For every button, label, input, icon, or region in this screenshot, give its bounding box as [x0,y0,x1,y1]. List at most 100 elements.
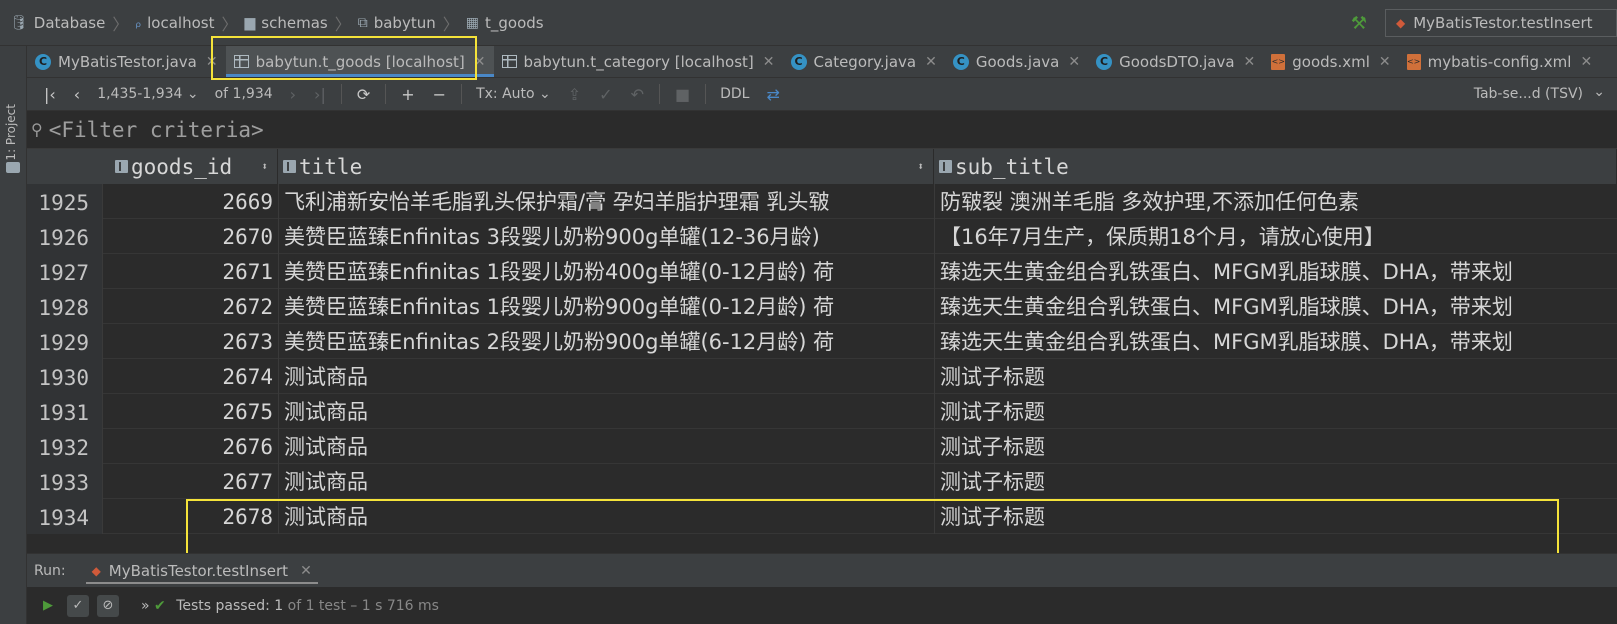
close-icon[interactable]: ✕ [1244,54,1256,70]
cell-title[interactable]: 美赞臣蓝臻Enfinitas 1段婴儿奶粉400g单罐(0-12月龄) 荷 [278,254,934,289]
close-icon[interactable]: ✕ [925,54,937,70]
cell-goods-id[interactable]: 2675 [102,394,278,429]
sort-icon[interactable]: ⬍ [917,160,924,173]
cell-sub-title[interactable]: 臻选天生黄金组合乳铁蛋白、MFGM乳脂球膜、DHA，带来划 [934,254,1617,289]
close-icon[interactable]: ✕ [1580,54,1592,70]
tab-babytun-t-goods[interactable]: babytun.t_goods [localhost] ✕ [225,46,494,77]
cell-goods-id[interactable]: 2672 [102,289,278,324]
rollback-icon[interactable]: ↶ [631,85,644,104]
filter-criteria-input[interactable]: <Filter criteria> [49,118,264,142]
cell-sub-title[interactable]: 测试子标题 [934,359,1617,394]
cell-title[interactable]: 测试商品 [278,464,934,499]
cell-title[interactable]: 美赞臣蓝臻Enfinitas 1段婴儿奶粉900g单罐(0-12月龄) 荷 [278,289,934,324]
close-icon[interactable]: ✕ [474,54,486,70]
close-icon[interactable]: ✕ [1068,54,1080,70]
cell-sub-title[interactable]: 测试子标题 [934,464,1617,499]
tab-babytun-t-category[interactable]: babytun.t_category [localhost] ✕ [494,46,783,77]
table-row[interactable]: 1926 2670 美赞臣蓝臻Enfinitas 3段婴儿奶粉900g单罐(12-3… [27,219,1617,254]
table-row[interactable]: 1930 2674 测试商品 测试子标题 [27,359,1617,394]
tab-goods-xml[interactable]: <> goods.xml ✕ [1263,46,1398,77]
table-row[interactable]: 1927 2671 美赞臣蓝臻Enfinitas 1段婴儿奶粉400g单罐(0-12… [27,254,1617,289]
tab-category-java[interactable]: C Category.java ✕ [783,46,945,77]
cell-sub-title[interactable]: 臻选天生黄金组合乳铁蛋白、MFGM乳脂球膜、DHA，带来划 [934,289,1617,324]
cell-sub-title[interactable]: 测试子标题 [934,429,1617,464]
tab-goods-java[interactable]: C Goods.java ✕ [945,46,1088,77]
cell-title[interactable]: 测试商品 [278,394,934,429]
delete-row-icon[interactable]: − [433,85,446,104]
close-icon[interactable]: ✕ [1379,54,1391,70]
column-header-sub-title[interactable]: sub_title [934,149,1617,184]
table-icon: ▦ [465,14,479,31]
close-icon[interactable]: ✕ [763,54,775,70]
cell-title[interactable]: 飞利浦新安怡羊毛脂乳头保护霜/膏 孕妇羊脂护理霜 乳头皲 [278,184,934,219]
tab-mybatistestor-java[interactable]: C MyBatisTestor.java ✕ [27,46,226,77]
cell-goods-id[interactable]: 2677 [102,464,278,499]
last-page-icon[interactable]: ›| [314,85,326,104]
row-number: 1930 [27,359,102,394]
stop-icon[interactable]: ■ [675,85,690,104]
refresh-icon[interactable]: ⟳ [357,85,370,104]
run-tab-mybatistestor-testinsert[interactable]: ◆ MyBatisTestor.testInsert ✕ [85,554,319,588]
previous-page-icon[interactable]: ‹ [74,85,80,104]
cell-title[interactable]: 测试商品 [278,359,934,394]
breadcrumb-item-schemas[interactable]: ▆ schemas [245,14,328,32]
table-icon [501,55,517,68]
table-row[interactable]: 1934 2678 测试商品 测试子标题 [27,499,1617,534]
cell-sub-title[interactable]: 测试子标题 [934,394,1617,429]
tab-goodsdto-java[interactable]: C GoodsDTO.java ✕ [1088,46,1263,77]
cell-goods-id[interactable]: 2669 [102,184,278,219]
cell-sub-title[interactable]: 防皲裂 澳洲羊毛脂 多效护理,不添加任何色素 [934,184,1617,219]
rerun-icon[interactable]: ▶ [37,595,59,617]
cell-goods-id[interactable]: 2670 [102,219,278,254]
show-ignored-icon[interactable]: ⊘ [97,594,119,617]
cell-title[interactable]: 美赞臣蓝臻Enfinitas 2段婴儿奶粉900g单罐(6-12月龄) 荷 [278,324,934,359]
cell-goods-id[interactable]: 2671 [102,254,278,289]
table-row[interactable]: 1932 2676 测试商品 测试子标题 [27,429,1617,464]
export-format-selector[interactable]: Tab-se...d (TSV) [1474,86,1583,102]
cell-sub-title[interactable]: 臻选天生黄金组合乳铁蛋白、MFGM乳脂球膜、DHA，带来划 [934,324,1617,359]
cell-title[interactable]: 测试商品 [278,499,934,534]
close-icon[interactable]: ✕ [300,563,312,579]
run-config-selector[interactable]: ◆ MyBatisTestor.testInsert [1385,9,1617,37]
table-row[interactable]: 1928 2672 美赞臣蓝臻Enfinitas 1段婴儿奶粉900g单罐(0-12… [27,289,1617,324]
breadcrumb-item-t-goods[interactable]: ▦ t_goods [466,14,544,32]
sort-icon[interactable]: ⬍ [261,160,268,173]
table-row[interactable]: 1933 2677 测试商品 测试子标题 [27,464,1617,499]
add-row-icon[interactable]: + [401,85,414,104]
cell-goods-id[interactable]: 2676 [102,429,278,464]
cell-sub-title[interactable]: 测试子标题 [934,499,1617,534]
table-icon [233,55,249,68]
show-passed-icon[interactable]: ✓ [67,594,89,617]
table-row[interactable]: 1925 2669 飞利浦新安怡羊毛脂乳头保护霜/膏 孕妇羊脂护理霜 乳头皲 防皲裂 … [27,184,1617,219]
transaction-mode-selector[interactable]: Tx: Auto ⌄ [476,86,551,102]
commit-check-icon[interactable]: ✓ [599,85,612,104]
chevron-down-icon[interactable]: ⌄ [1593,84,1605,100]
row-number: 1932 [27,429,102,464]
submit-icon[interactable]: ⇪ [568,85,581,104]
project-tool-button[interactable]: 1: Project [4,104,18,161]
ddl-button[interactable]: DDL [720,86,749,102]
first-page-icon[interactable]: |‹ [44,85,56,104]
filter-bar[interactable]: ⚲ <Filter criteria> [27,111,1617,149]
breadcrumb-item-babytun[interactable]: ⧉ babytun [358,14,436,32]
table-row[interactable]: 1929 2673 美赞臣蓝臻Enfinitas 2段婴儿奶粉900g单罐(6-12… [27,324,1617,359]
compare-icon[interactable]: ⇄ [766,85,779,104]
project-folder-icon [6,162,20,173]
breadcrumb-item-localhost[interactable]: ᵨ localhost [135,14,214,32]
table-row[interactable]: 1931 2675 测试商品 测试子标题 [27,394,1617,429]
cell-title[interactable]: 美赞臣蓝臻Enfinitas 3段婴儿奶粉900g单罐(12-36月龄) [278,219,934,254]
next-page-icon[interactable]: › [290,85,296,104]
row-range-selector[interactable]: 1,435-1,934 ⌄ [97,86,198,102]
cell-goods-id[interactable]: 2673 [102,324,278,359]
cell-title[interactable]: 测试商品 [278,429,934,464]
tab-mybatis-config-xml[interactable]: <> mybatis-config.xml ✕ [1399,46,1601,77]
class-icon: C [35,53,51,70]
close-icon[interactable]: ✕ [206,54,218,70]
cell-goods-id[interactable]: 2678 [102,499,278,534]
column-header-title[interactable]: title ⬍ [278,149,934,184]
column-header-goods-id[interactable]: goods_id ⬍ [102,149,278,184]
cell-sub-title[interactable]: 【16年7月生产，保质期18个月，请放心使用】 [934,219,1617,254]
build-hammer-icon[interactable]: ⚒ [1351,13,1367,34]
cell-goods-id[interactable]: 2674 [102,359,278,394]
breadcrumb-item-database[interactable]: 🛢 Database [10,14,105,32]
